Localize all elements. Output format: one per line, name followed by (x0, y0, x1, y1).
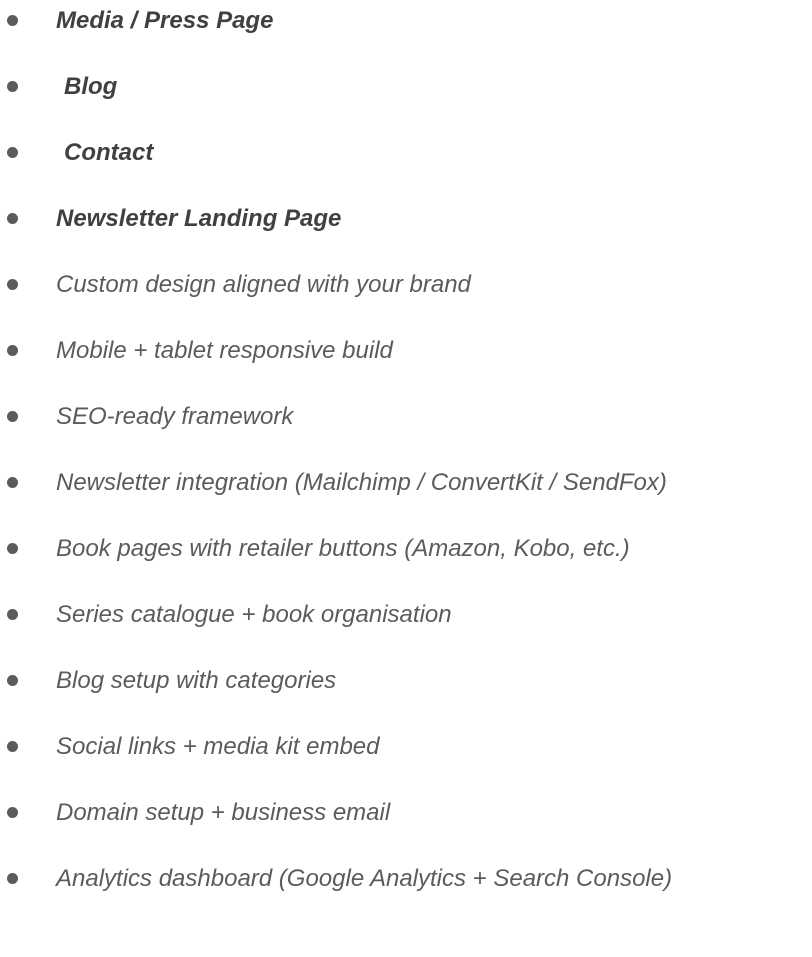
list-item-custom-design: Custom design aligned with your brand (0, 265, 812, 305)
list-item-analytics-dashboard: Analytics dashboard (Google Analytics + … (0, 859, 812, 899)
bullet-icon (7, 147, 18, 158)
list-item-newsletter-landing-page: Newsletter Landing Page (0, 199, 812, 239)
list-item-label: Media / Press Page (56, 7, 274, 34)
list-item-label: Custom design aligned with your brand (56, 271, 471, 298)
list-item-label: Analytics dashboard (Google Analytics + … (56, 865, 673, 892)
bullet-icon (7, 543, 18, 554)
list-item-label: Domain setup + business email (56, 799, 391, 826)
bullet-icon (7, 675, 18, 686)
list-item-label: Mobile + tablet responsive build (56, 337, 393, 364)
list-item-blog-setup: Blog setup with categories (0, 661, 812, 701)
list-item-label: Series catalogue + book organisation (56, 601, 452, 628)
bullet-icon (7, 279, 18, 290)
list-item-social-links: Social links + media kit embed (0, 727, 812, 767)
list-item-label: Newsletter integration (Mailchimp / Conv… (56, 469, 667, 496)
list-item-blog: Blog (0, 67, 812, 107)
list-item-label: Newsletter Landing Page (56, 205, 342, 232)
list-item-contact: Contact (0, 133, 812, 173)
bullet-icon (7, 411, 18, 422)
bullet-icon (7, 609, 18, 620)
bullet-icon (7, 81, 18, 92)
list-item-media-press-page: Media / Press Page (0, 1, 812, 41)
feature-bullet-list: Media / Press Page Blog Contact Newslett… (0, 0, 812, 957)
list-item-label: SEO-ready framework (56, 403, 294, 430)
bullet-icon (7, 477, 18, 488)
list-item-seo-framework: SEO-ready framework (0, 397, 812, 437)
bullet-icon (7, 213, 18, 224)
list-item-label: Contact (64, 139, 154, 166)
list-item-domain-setup: Domain setup + business email (0, 793, 812, 833)
list-item-responsive-build: Mobile + tablet responsive build (0, 331, 812, 371)
list-item-label: Book pages with retailer buttons (Amazon… (56, 535, 630, 562)
list-item-label: Social links + media kit embed (56, 733, 380, 760)
list-item-series-catalogue: Series catalogue + book organisation (0, 595, 812, 635)
list-item-label: Blog (64, 73, 118, 100)
bullet-icon (7, 807, 18, 818)
bullet-icon (7, 741, 18, 752)
list-item-newsletter-integration: Newsletter integration (Mailchimp / Conv… (0, 463, 812, 503)
bullet-icon (7, 345, 18, 356)
list-item-book-pages: Book pages with retailer buttons (Amazon… (0, 529, 812, 569)
bullet-icon (7, 873, 18, 884)
list-item-label: Blog setup with categories (56, 667, 337, 694)
bullet-icon (7, 15, 18, 26)
